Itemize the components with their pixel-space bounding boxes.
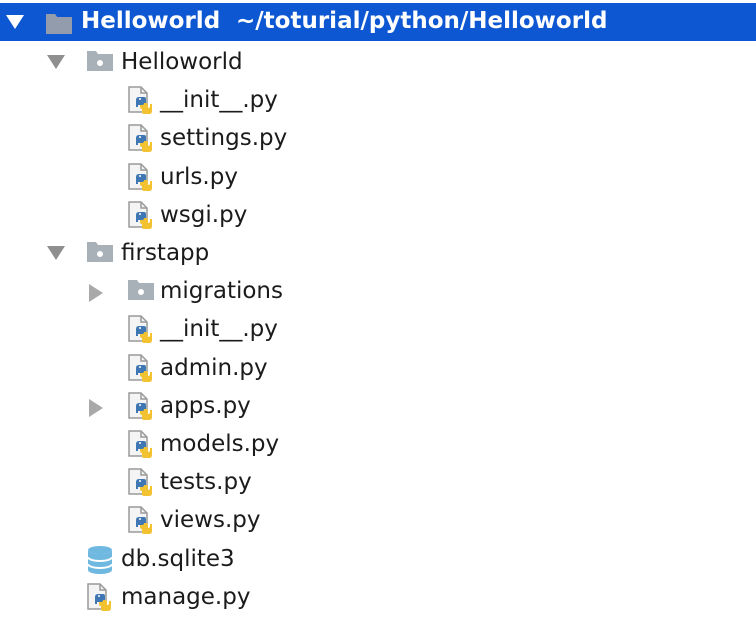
- project-path: ~/toturial/python/Helloworld: [236, 8, 608, 34]
- tree-file-row[interactable]: __init__.py: [0, 310, 756, 348]
- tree-file-row[interactable]: manage.py: [0, 578, 756, 616]
- tree-item-label: views.py: [160, 507, 261, 534]
- tree-item-label: Helloworld: [121, 49, 243, 75]
- python-file-icon: [128, 430, 152, 458]
- tree-item-label: models.py: [160, 431, 280, 457]
- python-file-icon: [128, 315, 152, 344]
- python-file-icon: [128, 124, 152, 153]
- python-file-icon: [128, 468, 152, 497]
- tree-item-label: admin.py: [160, 354, 268, 381]
- tree-item-label: migrations: [160, 278, 283, 305]
- folder-icon: [128, 280, 154, 301]
- python-file-icon: [87, 583, 111, 611]
- tree-folder-row[interactable]: firstapp: [0, 234, 756, 272]
- tree-item-label: urls.py: [160, 163, 238, 190]
- tree-item-label: wsgi.py: [160, 201, 248, 228]
- tree-file-row[interactable]: admin.py: [0, 349, 756, 387]
- tree-item-label: firstapp: [121, 240, 210, 266]
- tree-item-label: __init__.py: [160, 87, 278, 114]
- expand-toggle-icon[interactable]: [47, 55, 65, 69]
- tree-file-row[interactable]: wsgi.py: [0, 196, 756, 234]
- tree-item-label: apps.py: [160, 392, 251, 419]
- expand-toggle-icon[interactable]: [47, 246, 65, 260]
- folder-icon: [87, 51, 113, 71]
- tree-item-label: manage.py: [121, 583, 251, 610]
- tree-file-row[interactable]: db.sqlite3: [0, 540, 756, 578]
- python-file-icon: [128, 86, 152, 115]
- project-root-row[interactable]: Helloworld ~/toturial/python/Helloworld: [0, 3, 756, 41]
- python-file-icon: [128, 392, 152, 420]
- tree-item-label: db.sqlite3: [121, 545, 235, 572]
- tree-item-label: tests.py: [160, 469, 252, 496]
- python-file-icon: [128, 353, 152, 382]
- expand-toggle-icon[interactable]: [6, 15, 24, 29]
- tree-file-row[interactable]: urls.py: [0, 158, 756, 196]
- database-icon: [87, 545, 113, 574]
- collapse-toggle-icon[interactable]: [89, 398, 103, 417]
- tree-file-row[interactable]: apps.py: [0, 387, 756, 425]
- tree-file-row[interactable]: settings.py: [0, 119, 756, 157]
- folder-icon: [46, 14, 72, 34]
- folder-icon: [87, 242, 113, 262]
- tree-file-row[interactable]: __init__.py: [0, 81, 756, 119]
- tree-folder-row[interactable]: migrations: [0, 272, 756, 310]
- tree-file-row[interactable]: models.py: [0, 425, 756, 463]
- tree-folder-row[interactable]: Helloworld: [0, 43, 756, 81]
- project-name: Helloworld: [81, 8, 221, 34]
- python-file-icon: [128, 162, 152, 191]
- tree-item-label: settings.py: [160, 125, 288, 152]
- python-file-icon: [128, 201, 152, 229]
- collapse-toggle-icon[interactable]: [89, 284, 103, 303]
- python-file-icon: [128, 506, 152, 535]
- tree-file-row[interactable]: views.py: [0, 501, 756, 539]
- tree-file-row[interactable]: tests.py: [0, 463, 756, 501]
- tree-item-label: __init__.py: [160, 316, 278, 343]
